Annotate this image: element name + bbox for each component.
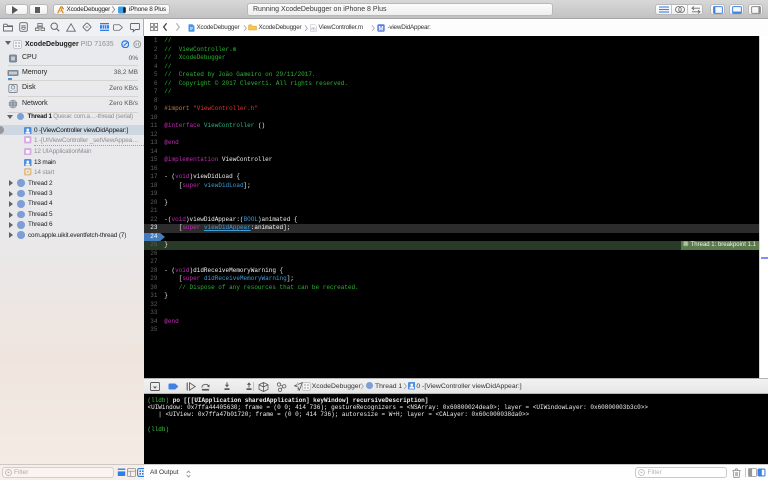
svg-text:M: M	[379, 26, 384, 32]
svg-text:m: m	[311, 26, 315, 31]
